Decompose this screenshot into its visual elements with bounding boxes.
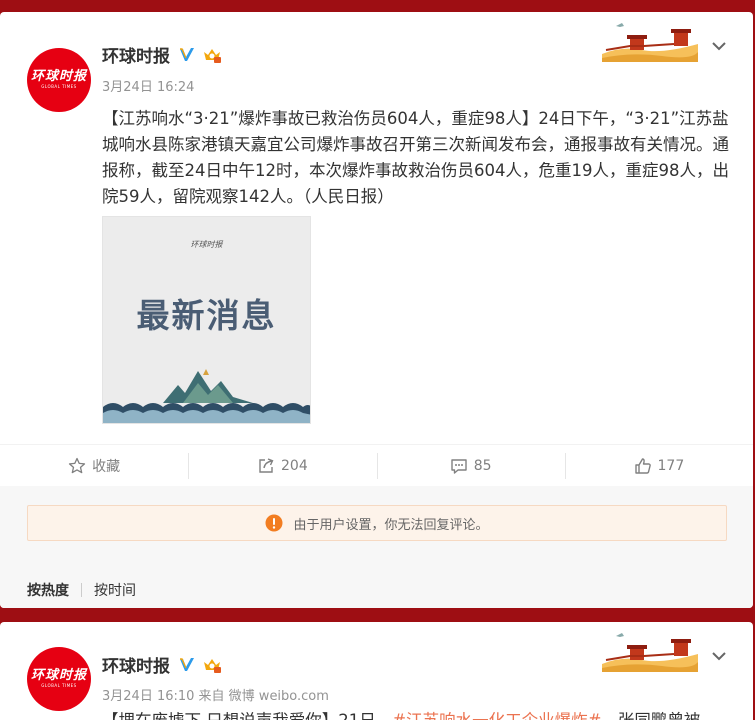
avatar-logo-subtext: GLOBAL TIMES: [41, 84, 77, 89]
repost-count: 204: [281, 457, 308, 474]
avatar[interactable]: 环球时报 GLOBAL TIMES: [27, 48, 91, 112]
card-header: 环球时报 GLOBAL TIMES 环球时报 3月24日 16:24: [0, 12, 753, 112]
image-brand-text: 环球时报: [190, 240, 223, 249]
post-text: 【江苏响水“3·21”爆炸事故已救治伤员604人，重症98人】24日下午，“3·…: [102, 109, 729, 206]
star-icon: [68, 457, 86, 473]
avatar-logo-text: 环球时报: [30, 69, 87, 84]
sort-divider: [81, 583, 82, 597]
chevron-down-icon[interactable]: [711, 650, 727, 662]
post-text-prefix: 【埋在废墟下 只想说声我爱你】21日，: [102, 711, 392, 720]
notice-text: 由于用户设置，你无法回复评论。: [293, 517, 489, 533]
chevron-down-icon[interactable]: [711, 40, 727, 52]
avatar[interactable]: 环球时报 GLOBAL TIMES: [27, 647, 91, 711]
comment-sort-tabs: 按热度 按时间: [27, 580, 136, 600]
favorite-button[interactable]: 收藏: [0, 445, 188, 486]
sort-by-hot[interactable]: 按热度: [27, 580, 69, 600]
weibo-card-1: 环球时报 GLOBAL TIMES 环球时报 3月24日 16:24 【江苏响水…: [0, 12, 753, 608]
hashtag-link[interactable]: #江苏响水一化工企业爆炸#: [392, 711, 601, 720]
verified-icon[interactable]: [178, 46, 196, 64]
author-name[interactable]: 环球时报: [102, 652, 170, 677]
favorite-label: 收藏: [92, 458, 121, 475]
warning-icon: [265, 514, 283, 532]
share-icon: [259, 457, 274, 473]
comment-button[interactable]: 85: [376, 445, 565, 493]
post-time[interactable]: 3月24日 16:24: [102, 76, 194, 95]
avatar-logo-text: 环球时报: [30, 668, 87, 683]
comment-area: 由于用户设置，你无法回复评论。 按热度 按时间: [0, 486, 753, 608]
action-bar: 收藏 204 85 177: [0, 444, 753, 493]
verified-icon[interactable]: [178, 656, 196, 674]
post-text-suffix: ，张同鹏曾被: [601, 711, 700, 720]
comment-icon: [451, 458, 467, 474]
repost-button[interactable]: 204: [188, 445, 376, 486]
crown-badge-icon[interactable]: [202, 656, 222, 674]
crown-badge-icon[interactable]: [202, 46, 222, 64]
sort-by-time[interactable]: 按时间: [94, 580, 136, 600]
comment-count: 85: [473, 457, 492, 474]
avatar-logo-subtext: GLOBAL TIMES: [41, 683, 77, 688]
post-time-source[interactable]: 3月24日 16:10 来自 微博 weibo.com: [102, 685, 329, 704]
great-wall-banner: [602, 628, 698, 672]
mountain-wave-art: [103, 369, 310, 423]
author-row: 环球时报: [102, 652, 222, 677]
image-title-text: 最新消息: [136, 296, 277, 335]
post-image[interactable]: 环球时报 最新消息: [102, 216, 311, 424]
like-button[interactable]: 177: [564, 445, 753, 486]
card-header: 环球时报 GLOBAL TIMES 环球时报 3月24日 16:10 来自 微博…: [0, 622, 753, 711]
weibo-card-2: 环球时报 GLOBAL TIMES 环球时报 3月24日 16:10 来自 微博…: [0, 622, 753, 720]
comment-restricted-notice: 由于用户设置，你无法回复评论。: [27, 505, 727, 541]
author-row: 环球时报: [102, 42, 222, 67]
thumbs-up-icon: [634, 457, 651, 474]
like-count: 177: [657, 457, 685, 474]
author-name[interactable]: 环球时报: [102, 42, 170, 67]
post-text: 【埋在废墟下 只想说声我爱你】21日，#江苏响水一化工企业爆炸#，张同鹏曾被: [102, 708, 742, 720]
great-wall-banner: [602, 18, 698, 62]
